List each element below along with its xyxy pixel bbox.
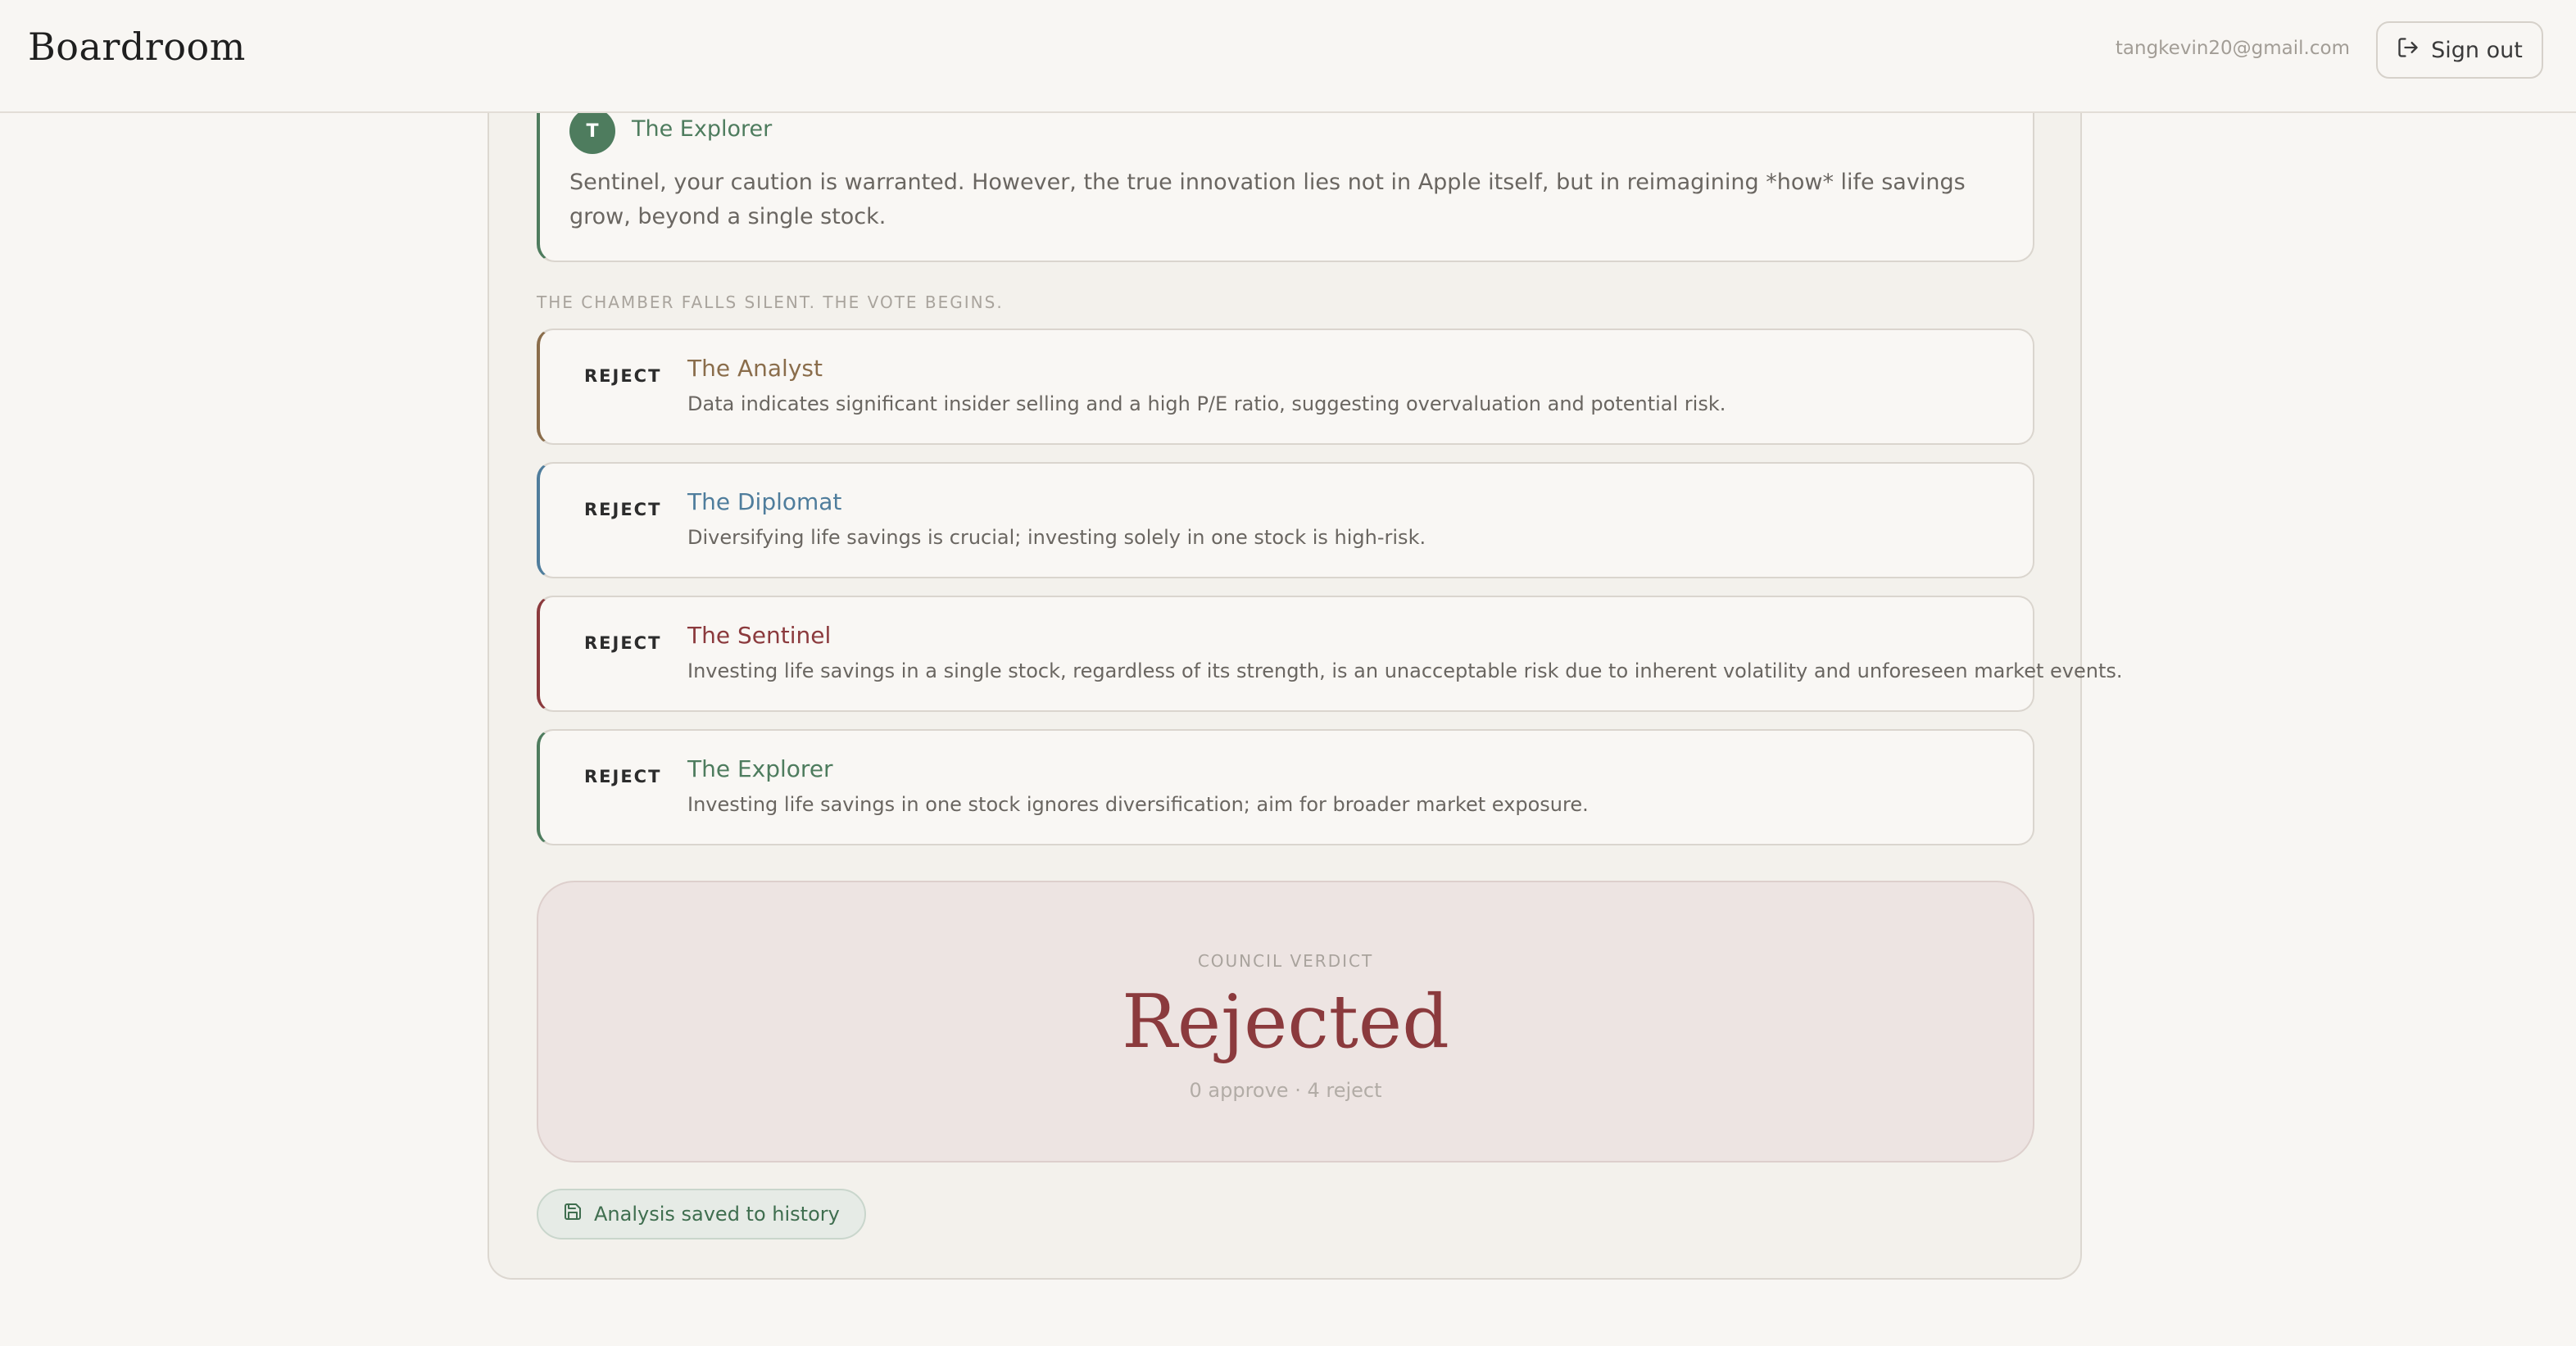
message-speaker: The Explorer: [632, 116, 773, 142]
top-bar: Boardroom tangkevin20@gmail.com Sign out: [0, 0, 2576, 113]
discussion-panel: T The Explorer Sentinel, your caution is…: [488, 82, 2123, 1280]
vote-caption: THE CHAMBER FALLS SILENT. THE VOTE BEGIN…: [537, 292, 1004, 312]
voter-name: The Diplomat: [687, 488, 842, 515]
verdict-tally: 0 approve · 4 reject: [1189, 1079, 1382, 1102]
vote-badge: REJECT: [584, 366, 662, 386]
app-logo: Boardroom: [28, 25, 246, 69]
council-verdict-card: COUNCIL VERDICT Rejected 0 approve · 4 r…: [537, 881, 2034, 1162]
voter-name: The Explorer: [687, 755, 833, 782]
vote-badge: REJECT: [584, 500, 662, 519]
vote-reason: Data indicates significant insider selli…: [687, 392, 1726, 415]
verdict-result: Rejected: [1122, 979, 1449, 1065]
avatar: T: [569, 108, 615, 154]
message-text: Sentinel, your caution is warranted. How…: [569, 170, 1966, 229]
sign-out-button[interactable]: Sign out: [2376, 21, 2543, 79]
vote-reason: Investing life savings in one stock igno…: [687, 793, 1589, 816]
vote-reason: Investing life savings in a single stock…: [687, 659, 2123, 682]
saved-label: Analysis saved to history: [594, 1203, 840, 1226]
verdict-label: COUNCIL VERDICT: [1197, 951, 1374, 971]
voter-name: The Analyst: [687, 355, 823, 382]
log-out-icon: [2397, 36, 2420, 65]
vote-card-explorer: REJECT The Explorer Investing life savin…: [537, 729, 2034, 845]
user-email: tangkevin20@gmail.com: [2115, 38, 2350, 59]
vote-card-analyst: REJECT The Analyst Data indicates signif…: [537, 329, 2034, 445]
vote-badge: REJECT: [584, 767, 662, 786]
vote-badge: REJECT: [584, 633, 662, 653]
vote-reason: Diversifying life savings is crucial; in…: [687, 526, 1426, 549]
sign-out-label: Sign out: [2431, 37, 2523, 63]
save-icon: [563, 1202, 583, 1226]
vote-card-sentinel: REJECT The Sentinel Investing life savin…: [537, 596, 2123, 712]
vote-card-diplomat: REJECT The Diplomat Diversifying life sa…: [537, 462, 2034, 578]
saved-to-history-badge: Analysis saved to history: [537, 1189, 866, 1239]
voter-name: The Sentinel: [687, 622, 832, 649]
